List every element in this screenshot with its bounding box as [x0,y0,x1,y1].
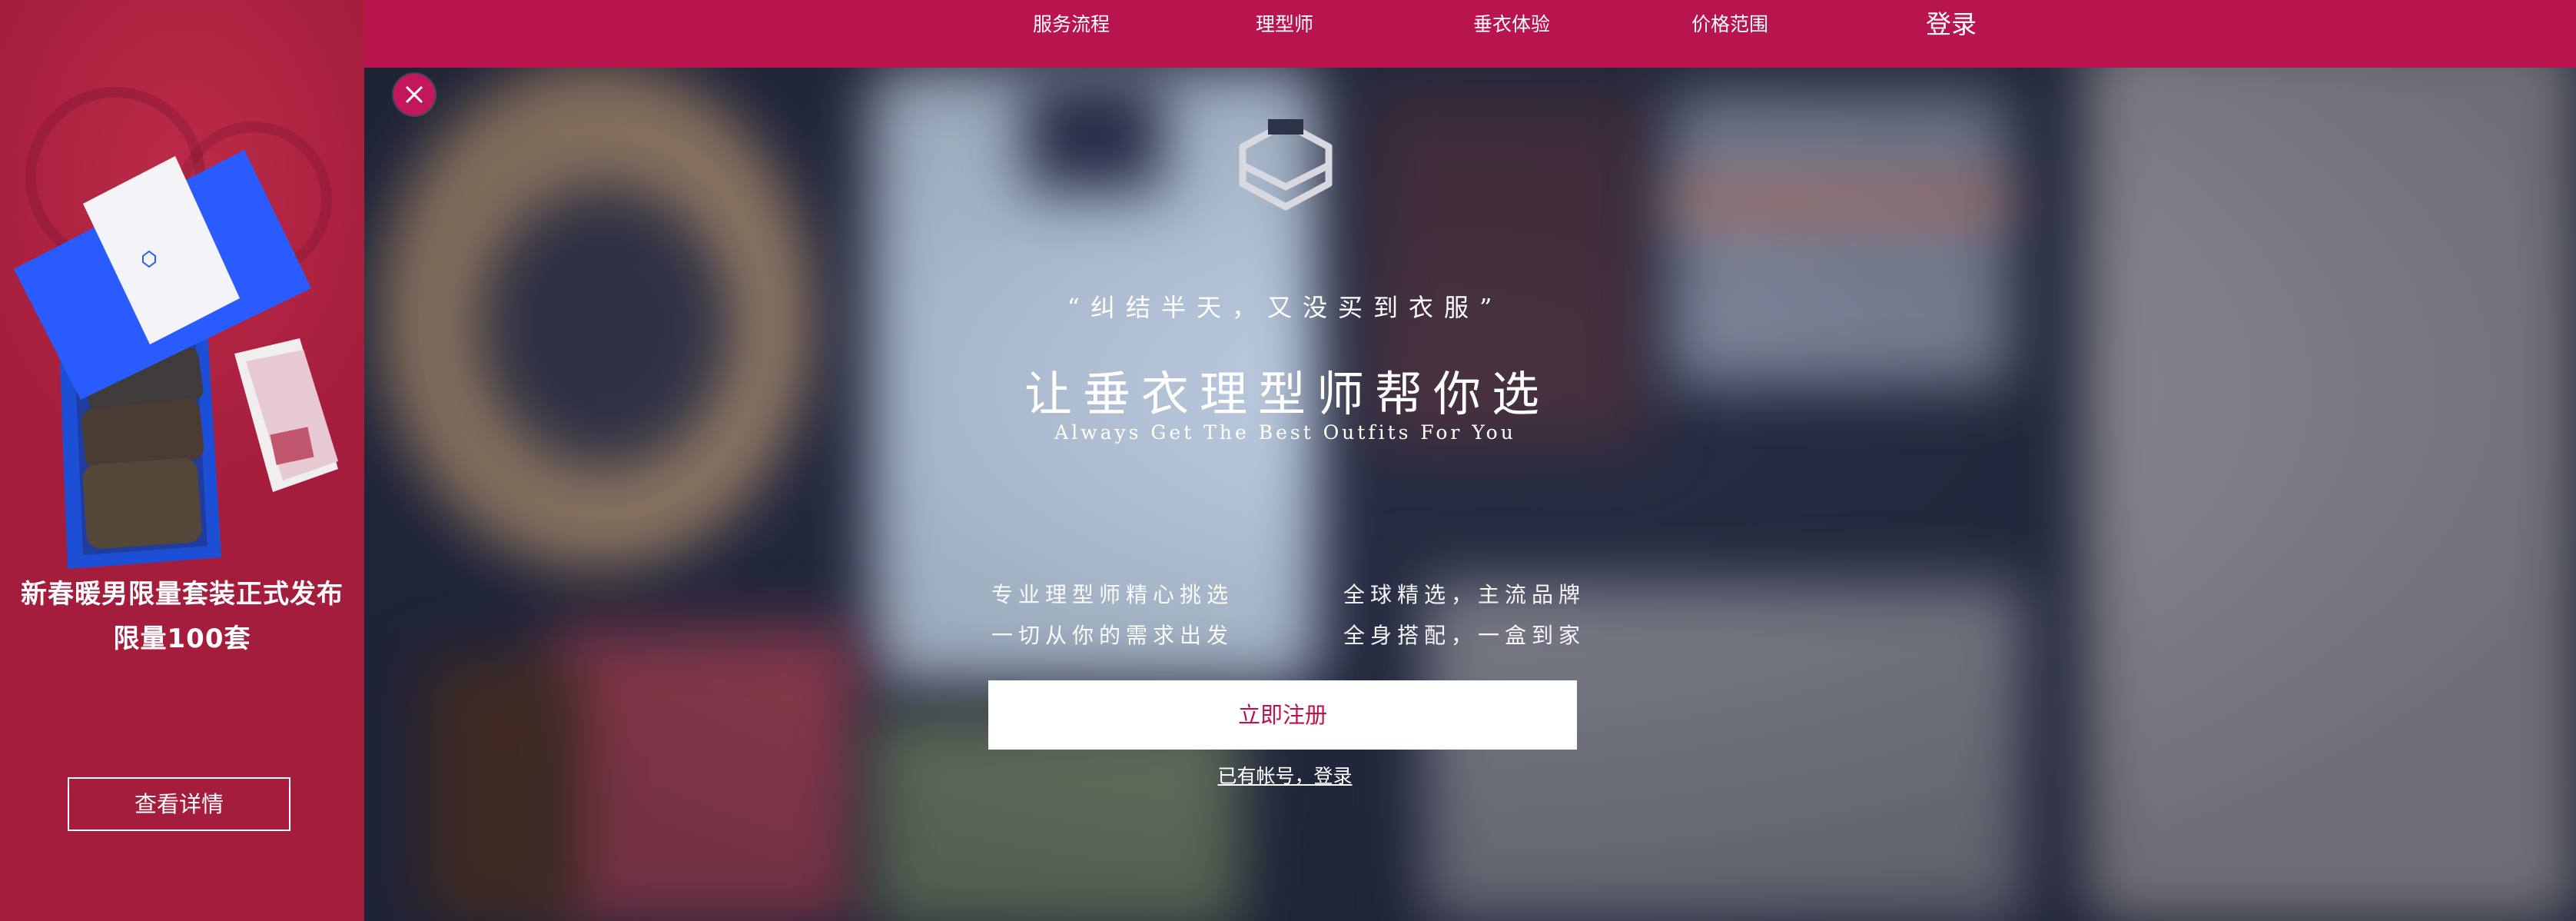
hero-background [364,0,2576,921]
existing-account-login-link[interactable]: 已有帐号，登录 [1191,761,1379,789]
register-button[interactable]: 立即注册 [988,680,1577,750]
feature-item: 一切从你的需求出发 [991,623,1234,648]
nav-item-experience[interactable]: 垂衣体验 [1473,0,1550,49]
hexagon-box-logo-icon [1239,119,1333,211]
feature-item: 全身搭配，一盒到家 [1343,623,1586,648]
nav-login-link[interactable]: 登录 [1926,0,1977,49]
promo-panel: 新春暖男限量套装正式发布 限量100套 查看详情 [0,0,364,921]
top-navigation-bar: 服务流程 理型师 垂衣体验 价格范围 登录 [364,0,2576,68]
promo-title-line1: 新春暖男限量套装正式发布 [21,579,344,610]
promo-title-line2: 限量100套 [113,623,251,654]
close-icon [405,85,423,104]
promo-gift-box-image [14,87,338,569]
feature-item: 专业理型师精心挑选 [991,582,1234,607]
hero-subline: Always Get The Best Outfits For You [1054,421,1516,444]
nav-item-service-process[interactable]: 服务流程 [1033,0,1110,49]
nav-item-price-range[interactable]: 价格范围 [1691,0,1768,49]
promo-details-button[interactable]: 查看详情 [68,777,290,831]
hero-quote: “纠结半天，又没买到衣服” [1067,293,1503,322]
hero-headline: 让垂衣理型师帮你选 [1024,366,1550,422]
close-promo-button[interactable] [393,74,435,115]
feature-item: 全球精选，主流品牌 [1343,582,1586,607]
hero-overlay [364,0,2576,921]
nav-item-stylists[interactable]: 理型师 [1256,0,1313,49]
